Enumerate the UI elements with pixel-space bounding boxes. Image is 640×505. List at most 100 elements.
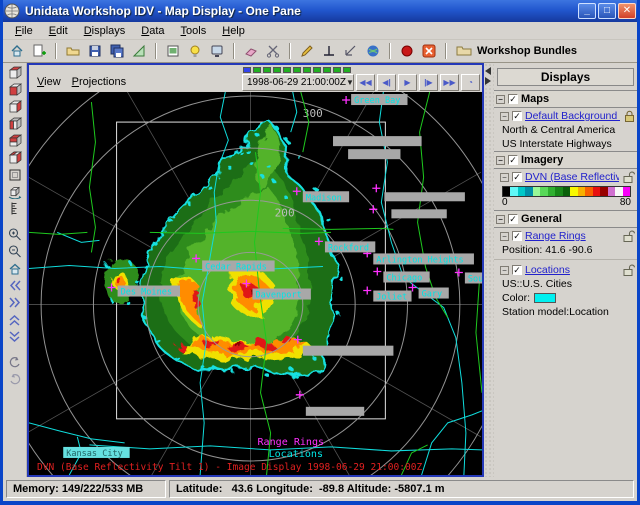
record-icon xyxy=(399,43,415,59)
imagery-visibility-checkbox[interactable]: ✓ xyxy=(508,155,518,165)
view-bottom-button[interactable] xyxy=(5,149,24,166)
zoom-in-button[interactable] xyxy=(5,226,24,243)
step-forward-button[interactable]: |▶ xyxy=(419,74,438,91)
pane-splitter[interactable] xyxy=(484,63,494,477)
globe-button[interactable] xyxy=(363,42,383,61)
menu-tools[interactable]: Tools xyxy=(173,24,215,38)
maps-section-title: Maps xyxy=(521,93,549,105)
rotate-left-button[interactable] xyxy=(5,354,24,371)
save-as-button[interactable] xyxy=(107,42,127,61)
zoom-out-button[interactable] xyxy=(5,243,24,260)
save-button[interactable] xyxy=(85,42,105,61)
map-header: View Projections 1998-06-29 21:00:00Z ▼ … xyxy=(29,65,482,92)
animation-properties-button[interactable]: ◔ xyxy=(461,74,480,91)
item-visibility-checkbox[interactable]: ✓ xyxy=(512,172,522,182)
view-south-button[interactable] xyxy=(5,81,24,98)
item-visibility-checkbox[interactable]: ✓ xyxy=(512,265,522,275)
measure-icon xyxy=(343,43,359,59)
color-swatch[interactable] xyxy=(534,293,556,303)
menu-help[interactable]: Help xyxy=(214,24,253,38)
title-bar[interactable]: Unidata Workshop IDV - Map Display - One… xyxy=(0,0,640,22)
perspective-view-button[interactable] xyxy=(5,166,24,183)
locations-station-model: Station model:Location xyxy=(494,305,637,319)
collapse-maps-button[interactable]: − xyxy=(496,95,505,104)
pan-up-button[interactable] xyxy=(5,311,24,328)
drawing-control-button[interactable] xyxy=(129,42,149,61)
open-file-icon xyxy=(65,43,81,59)
tip-button[interactable] xyxy=(185,42,205,61)
pan-down-button[interactable] xyxy=(5,328,24,345)
close-button[interactable]: ✕ xyxy=(618,3,636,19)
menu-file[interactable]: File xyxy=(7,24,41,38)
edit-icon xyxy=(299,43,315,59)
open-file-button[interactable] xyxy=(63,42,83,61)
exit-icon xyxy=(421,43,437,59)
default-background-maps-link[interactable]: Default Background Ma... xyxy=(525,110,620,122)
splitter-collapse-left-icon[interactable] xyxy=(485,67,491,75)
locations-link[interactable]: Locations xyxy=(525,264,619,276)
bundle-folder-icon xyxy=(456,44,472,58)
workshop-bundles-menu[interactable]: Workshop Bundles xyxy=(456,44,577,58)
menu-displays[interactable]: Displays xyxy=(76,24,134,38)
unlock-icon[interactable] xyxy=(623,230,635,242)
unlock-icon[interactable] xyxy=(623,171,635,183)
ruler-button[interactable] xyxy=(5,200,24,217)
collapse-imagery-button[interactable]: − xyxy=(496,156,505,165)
view-north-button[interactable] xyxy=(5,64,24,81)
collapse-item-button[interactable]: − xyxy=(500,173,509,182)
menu-projections[interactable]: Projections xyxy=(70,76,135,88)
exit-button[interactable] xyxy=(419,42,439,61)
pan-left-button[interactable] xyxy=(5,277,24,294)
home-button[interactable] xyxy=(7,42,27,61)
image-capture-button[interactable] xyxy=(163,42,183,61)
locations-color-row: Color: xyxy=(494,291,637,305)
rewind-button[interactable]: ◀◀ xyxy=(356,74,375,91)
fast-forward-button[interactable]: ▶▶ xyxy=(440,74,459,91)
item-visibility-checkbox[interactable]: ✓ xyxy=(512,111,522,121)
minimize-button[interactable]: _ xyxy=(578,3,596,19)
screen-capture-button[interactable] xyxy=(207,42,227,61)
item-visibility-checkbox[interactable]: ✓ xyxy=(512,231,522,241)
lock-icon[interactable] xyxy=(624,110,635,122)
general-visibility-checkbox[interactable]: ✓ xyxy=(508,214,518,224)
pan-right-button[interactable] xyxy=(5,294,24,311)
legend-locations: Locations xyxy=(269,449,323,460)
view-top-button[interactable] xyxy=(5,132,24,149)
dvn-reflectivity-link[interactable]: DVN (Base Reflectivity ... xyxy=(525,171,619,183)
splitter-collapse-right-icon[interactable] xyxy=(485,77,491,85)
view-west-button[interactable] xyxy=(5,115,24,132)
toolbar-separator xyxy=(289,43,291,59)
time-select[interactable]: 1998-06-29 21:00:00Z ▼ xyxy=(242,74,354,91)
home-view-button[interactable] xyxy=(5,260,24,277)
home-icon xyxy=(9,43,25,59)
step-back-button[interactable]: ◀| xyxy=(377,74,396,91)
measure-button[interactable] xyxy=(341,42,361,61)
save-as-icon xyxy=(109,43,125,59)
menu-view[interactable]: View xyxy=(35,76,70,88)
maximize-button[interactable]: □ xyxy=(598,3,616,19)
collapse-general-button[interactable]: − xyxy=(496,215,505,224)
play-button[interactable]: ▶ xyxy=(398,74,417,91)
collapse-item-button[interactable]: − xyxy=(500,112,509,121)
axes-button[interactable] xyxy=(319,42,339,61)
reflectivity-colorbar[interactable] xyxy=(502,186,631,197)
animation-steps[interactable] xyxy=(243,67,351,73)
range-rings-link[interactable]: Range Rings xyxy=(525,230,619,242)
view-east-button[interactable] xyxy=(5,98,24,115)
view-east-icon xyxy=(7,99,23,114)
record-button[interactable] xyxy=(397,42,417,61)
maps-visibility-checkbox[interactable]: ✓ xyxy=(508,94,518,104)
colorbar-labels: 0 80 xyxy=(502,197,631,208)
edit-button[interactable] xyxy=(297,42,317,61)
eraser-button[interactable] xyxy=(241,42,261,61)
rotate-view-button[interactable] xyxy=(5,183,24,200)
unlock-icon[interactable] xyxy=(623,264,635,276)
new-bundle-button[interactable] xyxy=(29,42,49,61)
rotate-right-button[interactable] xyxy=(5,371,24,388)
map-canvas[interactable]: 300 200 xyxy=(29,92,482,475)
cut-button[interactable] xyxy=(263,42,283,61)
collapse-item-button[interactable]: − xyxy=(500,232,509,241)
menu-edit[interactable]: Edit xyxy=(41,24,76,38)
collapse-item-button[interactable]: − xyxy=(500,266,509,275)
menu-data[interactable]: Data xyxy=(133,24,172,38)
